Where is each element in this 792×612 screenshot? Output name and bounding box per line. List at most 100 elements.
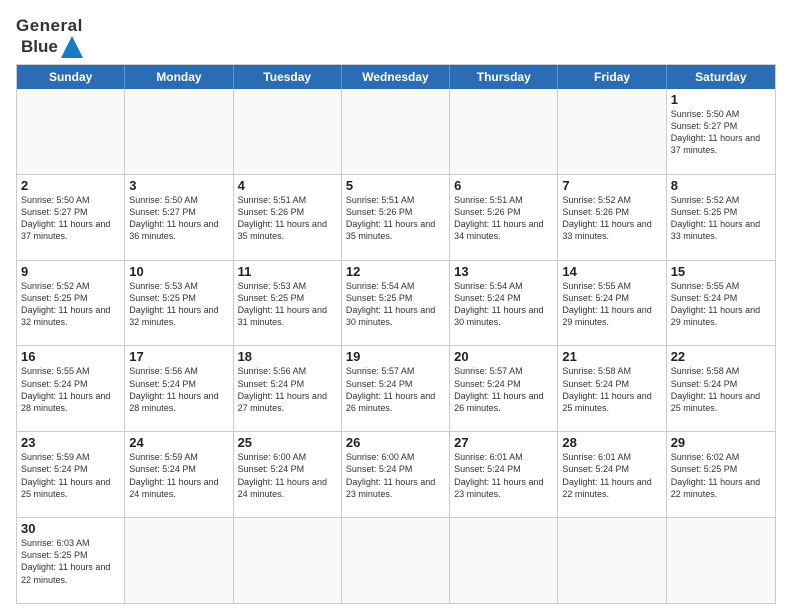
day-header-tuesday: Tuesday bbox=[234, 65, 342, 89]
cell-info: Sunrise: 5:55 AMSunset: 5:24 PMDaylight:… bbox=[21, 365, 120, 414]
cell-info: Sunrise: 5:50 AMSunset: 5:27 PMDaylight:… bbox=[671, 108, 771, 157]
logo-general-text: General bbox=[16, 16, 83, 36]
calendar-cell-empty bbox=[342, 89, 450, 175]
calendar-cell-empty bbox=[667, 518, 775, 603]
calendar-cell-19: 19Sunrise: 5:57 AMSunset: 5:24 PMDayligh… bbox=[342, 346, 450, 432]
cell-info: Sunrise: 6:00 AMSunset: 5:24 PMDaylight:… bbox=[346, 451, 445, 500]
calendar-cell-8: 8Sunrise: 5:52 AMSunset: 5:25 PMDaylight… bbox=[667, 175, 775, 261]
cell-day-number: 7 bbox=[562, 178, 661, 193]
page: General Blue SundayMondayTuesdayWednesda… bbox=[0, 0, 792, 612]
calendar-cell-24: 24Sunrise: 5:59 AMSunset: 5:24 PMDayligh… bbox=[125, 432, 233, 518]
cell-info: Sunrise: 5:52 AMSunset: 5:25 PMDaylight:… bbox=[21, 280, 120, 329]
cell-info: Sunrise: 6:01 AMSunset: 5:24 PMDaylight:… bbox=[454, 451, 553, 500]
cell-info: Sunrise: 5:51 AMSunset: 5:26 PMDaylight:… bbox=[346, 194, 445, 243]
calendar-cell-7: 7Sunrise: 5:52 AMSunset: 5:26 PMDaylight… bbox=[558, 175, 666, 261]
calendar-cell-1: 1Sunrise: 5:50 AMSunset: 5:27 PMDaylight… bbox=[667, 89, 775, 175]
cell-info: Sunrise: 5:55 AMSunset: 5:24 PMDaylight:… bbox=[562, 280, 661, 329]
calendar-cell-22: 22Sunrise: 5:58 AMSunset: 5:24 PMDayligh… bbox=[667, 346, 775, 432]
day-headers: SundayMondayTuesdayWednesdayThursdayFrid… bbox=[17, 65, 775, 89]
cell-day-number: 18 bbox=[238, 349, 337, 364]
cell-info: Sunrise: 5:57 AMSunset: 5:24 PMDaylight:… bbox=[454, 365, 553, 414]
cell-info: Sunrise: 5:55 AMSunset: 5:24 PMDaylight:… bbox=[671, 280, 771, 329]
cell-day-number: 16 bbox=[21, 349, 120, 364]
calendar-cell-20: 20Sunrise: 5:57 AMSunset: 5:24 PMDayligh… bbox=[450, 346, 558, 432]
cell-day-number: 3 bbox=[129, 178, 228, 193]
cell-day-number: 8 bbox=[671, 178, 771, 193]
cell-day-number: 23 bbox=[21, 435, 120, 450]
cell-info: Sunrise: 5:51 AMSunset: 5:26 PMDaylight:… bbox=[454, 194, 553, 243]
cell-day-number: 26 bbox=[346, 435, 445, 450]
calendar-cell-11: 11Sunrise: 5:53 AMSunset: 5:25 PMDayligh… bbox=[234, 261, 342, 347]
calendar-cell-empty bbox=[125, 89, 233, 175]
cell-day-number: 20 bbox=[454, 349, 553, 364]
calendar-cell-10: 10Sunrise: 5:53 AMSunset: 5:25 PMDayligh… bbox=[125, 261, 233, 347]
calendar-cell-9: 9Sunrise: 5:52 AMSunset: 5:25 PMDaylight… bbox=[17, 261, 125, 347]
calendar-cell-17: 17Sunrise: 5:56 AMSunset: 5:24 PMDayligh… bbox=[125, 346, 233, 432]
day-header-wednesday: Wednesday bbox=[342, 65, 450, 89]
calendar-cell-13: 13Sunrise: 5:54 AMSunset: 5:24 PMDayligh… bbox=[450, 261, 558, 347]
cell-info: Sunrise: 5:59 AMSunset: 5:24 PMDaylight:… bbox=[21, 451, 120, 500]
cell-day-number: 2 bbox=[21, 178, 120, 193]
calendar-cell-27: 27Sunrise: 6:01 AMSunset: 5:24 PMDayligh… bbox=[450, 432, 558, 518]
cell-info: Sunrise: 5:53 AMSunset: 5:25 PMDaylight:… bbox=[238, 280, 337, 329]
day-header-monday: Monday bbox=[125, 65, 233, 89]
cell-day-number: 6 bbox=[454, 178, 553, 193]
cell-info: Sunrise: 5:54 AMSunset: 5:24 PMDaylight:… bbox=[454, 280, 553, 329]
cell-info: Sunrise: 6:01 AMSunset: 5:24 PMDaylight:… bbox=[562, 451, 661, 500]
cell-day-number: 5 bbox=[346, 178, 445, 193]
cell-info: Sunrise: 5:56 AMSunset: 5:24 PMDaylight:… bbox=[238, 365, 337, 414]
calendar-cell-2: 2Sunrise: 5:50 AMSunset: 5:27 PMDaylight… bbox=[17, 175, 125, 261]
logo-triangle-icon bbox=[61, 36, 83, 58]
cell-day-number: 15 bbox=[671, 264, 771, 279]
cell-info: Sunrise: 5:57 AMSunset: 5:24 PMDaylight:… bbox=[346, 365, 445, 414]
cell-day-number: 4 bbox=[238, 178, 337, 193]
cell-day-number: 1 bbox=[671, 92, 771, 107]
logo-blue-text: Blue bbox=[21, 37, 58, 57]
calendar-cell-26: 26Sunrise: 6:00 AMSunset: 5:24 PMDayligh… bbox=[342, 432, 450, 518]
cell-info: Sunrise: 6:02 AMSunset: 5:25 PMDaylight:… bbox=[671, 451, 771, 500]
calendar-cell-14: 14Sunrise: 5:55 AMSunset: 5:24 PMDayligh… bbox=[558, 261, 666, 347]
cell-day-number: 11 bbox=[238, 264, 337, 279]
cell-day-number: 19 bbox=[346, 349, 445, 364]
cell-info: Sunrise: 5:59 AMSunset: 5:24 PMDaylight:… bbox=[129, 451, 228, 500]
cell-day-number: 17 bbox=[129, 349, 228, 364]
calendar-cell-30: 30Sunrise: 6:03 AMSunset: 5:25 PMDayligh… bbox=[17, 518, 125, 603]
cell-day-number: 13 bbox=[454, 264, 553, 279]
calendar: SundayMondayTuesdayWednesdayThursdayFrid… bbox=[16, 64, 776, 604]
calendar-cell-empty bbox=[450, 518, 558, 603]
cell-info: Sunrise: 5:54 AMSunset: 5:25 PMDaylight:… bbox=[346, 280, 445, 329]
cell-info: Sunrise: 5:50 AMSunset: 5:27 PMDaylight:… bbox=[21, 194, 120, 243]
calendar-cell-29: 29Sunrise: 6:02 AMSunset: 5:25 PMDayligh… bbox=[667, 432, 775, 518]
cell-day-number: 24 bbox=[129, 435, 228, 450]
calendar-cell-5: 5Sunrise: 5:51 AMSunset: 5:26 PMDaylight… bbox=[342, 175, 450, 261]
cell-day-number: 25 bbox=[238, 435, 337, 450]
calendar-cell-6: 6Sunrise: 5:51 AMSunset: 5:26 PMDaylight… bbox=[450, 175, 558, 261]
calendar-cell-4: 4Sunrise: 5:51 AMSunset: 5:26 PMDaylight… bbox=[234, 175, 342, 261]
calendar-cell-3: 3Sunrise: 5:50 AMSunset: 5:27 PMDaylight… bbox=[125, 175, 233, 261]
header: General Blue bbox=[16, 12, 776, 58]
cell-info: Sunrise: 5:52 AMSunset: 5:26 PMDaylight:… bbox=[562, 194, 661, 243]
cell-day-number: 10 bbox=[129, 264, 228, 279]
calendar-cell-empty bbox=[234, 518, 342, 603]
cell-day-number: 21 bbox=[562, 349, 661, 364]
calendar-cell-empty bbox=[558, 89, 666, 175]
calendar-cell-25: 25Sunrise: 6:00 AMSunset: 5:24 PMDayligh… bbox=[234, 432, 342, 518]
day-header-thursday: Thursday bbox=[450, 65, 558, 89]
calendar-cell-12: 12Sunrise: 5:54 AMSunset: 5:25 PMDayligh… bbox=[342, 261, 450, 347]
calendar-cell-empty bbox=[125, 518, 233, 603]
cell-day-number: 22 bbox=[671, 349, 771, 364]
cell-day-number: 9 bbox=[21, 264, 120, 279]
cell-info: Sunrise: 5:58 AMSunset: 5:24 PMDaylight:… bbox=[562, 365, 661, 414]
calendar-cell-15: 15Sunrise: 5:55 AMSunset: 5:24 PMDayligh… bbox=[667, 261, 775, 347]
calendar-cell-16: 16Sunrise: 5:55 AMSunset: 5:24 PMDayligh… bbox=[17, 346, 125, 432]
cell-info: Sunrise: 5:53 AMSunset: 5:25 PMDaylight:… bbox=[129, 280, 228, 329]
logo-icon: General Blue bbox=[16, 16, 83, 58]
cell-day-number: 30 bbox=[21, 521, 120, 536]
calendar-cell-18: 18Sunrise: 5:56 AMSunset: 5:24 PMDayligh… bbox=[234, 346, 342, 432]
logo: General Blue bbox=[16, 16, 83, 58]
cell-info: Sunrise: 5:56 AMSunset: 5:24 PMDaylight:… bbox=[129, 365, 228, 414]
day-header-sunday: Sunday bbox=[17, 65, 125, 89]
calendar-cell-28: 28Sunrise: 6:01 AMSunset: 5:24 PMDayligh… bbox=[558, 432, 666, 518]
calendar-cell-empty bbox=[342, 518, 450, 603]
calendar-cell-empty bbox=[450, 89, 558, 175]
